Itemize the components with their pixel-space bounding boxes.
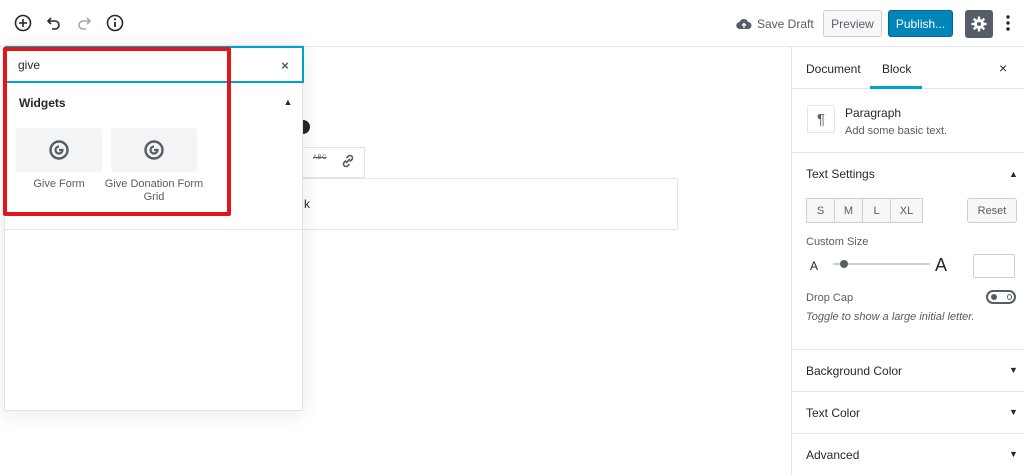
background-color-panel[interactable]: Background Color (806, 364, 902, 378)
reset-size-button[interactable]: Reset (967, 198, 1017, 223)
custom-size-label: Custom Size (806, 236, 869, 248)
inserter-search: × (5, 46, 304, 83)
settings-sidebar: Document Block × ¶ Paragraph Add some ba… (791, 47, 1024, 475)
block-search-input[interactable] (18, 56, 268, 74)
editor-header: Save Draft Preview Publish... (0, 0, 1024, 47)
add-block-icon[interactable] (12, 12, 34, 34)
sidebar-tabs: Document Block × (792, 47, 1024, 89)
divider (792, 433, 1024, 434)
size-large-button[interactable]: L (862, 198, 891, 223)
drop-cap-label: Drop Cap (806, 292, 854, 304)
divider (5, 229, 304, 230)
expand-arrow-icon[interactable]: ▼ (1009, 365, 1018, 375)
custom-size-input[interactable] (973, 254, 1015, 278)
save-draft-label: Save Draft (757, 17, 814, 31)
small-a-label: A (810, 259, 819, 273)
toggle-off-indicator (1007, 294, 1012, 300)
size-xl-button[interactable]: XL (890, 198, 923, 223)
cloud-upload-icon (736, 18, 752, 30)
give-donation-form-grid-label: Give Donation Form Grid (104, 178, 204, 203)
collapse-arrow-icon[interactable]: ▲ (1009, 169, 1018, 179)
give-icon (144, 140, 164, 160)
block-card: ¶ Paragraph Add some basic text. (792, 90, 1024, 153)
advanced-panel[interactable]: Advanced (806, 448, 859, 462)
gear-icon (971, 16, 987, 32)
block-card-description: Add some basic text. (845, 125, 948, 137)
drop-cap-toggle[interactable] (986, 290, 1016, 304)
tab-block[interactable]: Block (882, 62, 911, 76)
size-small-button[interactable]: S (806, 198, 835, 223)
clear-search-icon[interactable]: × (277, 57, 293, 73)
collapse-arrow-icon: ▲ (283, 97, 293, 107)
give-form-label: Give Form (33, 178, 85, 190)
toggle-knob (991, 294, 997, 300)
settings-gear-button[interactable] (965, 10, 993, 38)
paragraph-block[interactable] (303, 178, 678, 230)
undo-icon[interactable] (43, 12, 65, 34)
expand-arrow-icon[interactable]: ▼ (1009, 407, 1018, 417)
text-settings-title[interactable]: Text Settings (806, 167, 875, 181)
divider (792, 349, 1024, 350)
info-icon[interactable] (104, 12, 126, 34)
paragraph-text[interactable]: k (304, 197, 310, 211)
save-draft-button[interactable]: Save Draft (736, 14, 814, 34)
expand-arrow-icon[interactable]: ▼ (1009, 449, 1018, 459)
tab-document[interactable]: Document (806, 62, 861, 76)
font-size-picker: S M L XL (806, 198, 923, 223)
give-icon (49, 140, 69, 160)
text-color-panel[interactable]: Text Color (806, 406, 860, 420)
give-donation-form-grid-block[interactable] (111, 128, 197, 172)
publish-button[interactable]: Publish... (888, 10, 953, 37)
block-card-title: Paragraph (845, 106, 902, 120)
widgets-panel-header[interactable]: Widgets ▲ (5, 90, 304, 116)
more-options-icon[interactable] (999, 12, 1017, 34)
give-form-block[interactable] (16, 128, 102, 172)
large-a-label: A (935, 255, 948, 275)
redo-icon[interactable] (73, 12, 95, 34)
widgets-panel-title: Widgets (19, 96, 66, 110)
block-inserter-popover: × Widgets ▲ Give Form Give Donation Form… (4, 45, 304, 411)
drop-cap-help-text: Toggle to show a large initial letter. (806, 311, 975, 323)
link-icon[interactable] (340, 153, 356, 172)
strikethrough-icon[interactable]: ABC (313, 155, 327, 161)
paragraph-icon: ¶ (807, 105, 835, 133)
active-tab-indicator (870, 86, 922, 89)
size-medium-button[interactable]: M (834, 198, 863, 223)
preview-button[interactable]: Preview (823, 10, 882, 37)
close-sidebar-icon[interactable]: × (999, 60, 1007, 76)
slider-handle[interactable] (840, 260, 848, 268)
divider (792, 391, 1024, 392)
